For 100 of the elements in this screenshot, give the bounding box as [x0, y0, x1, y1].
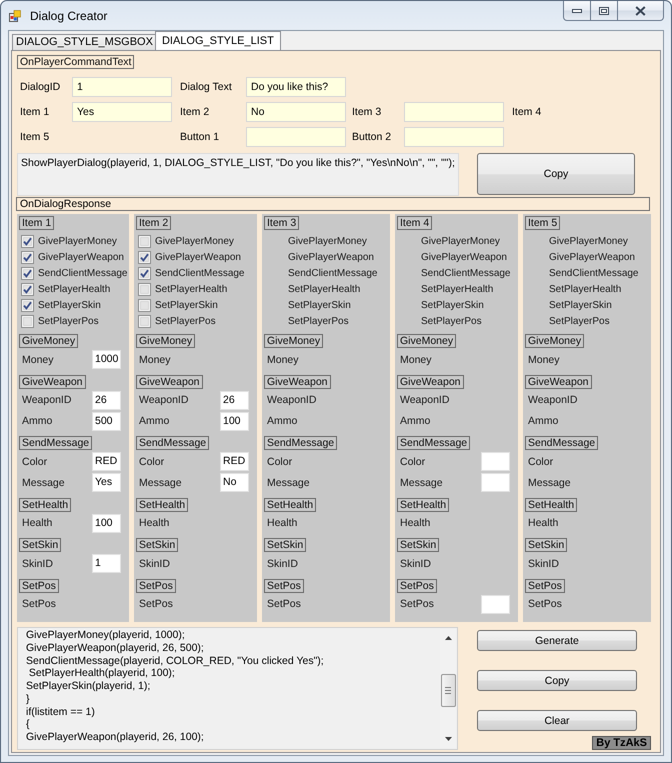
option-label: GivePlayerWeapon [288, 252, 374, 262]
group-label: SetHealth [397, 498, 450, 512]
maximize-button[interactable] [590, 1, 618, 21]
copy-button[interactable]: Copy [477, 153, 635, 195]
field-label: Ammo [139, 415, 170, 428]
checkbox-option[interactable]: SetPlayerPos [19, 313, 99, 329]
minimize-button[interactable] [563, 1, 591, 21]
action-button[interactable]: Copy [477, 670, 637, 691]
minimize-icon [572, 8, 582, 12]
option-label: GivePlayerWeapon [549, 252, 635, 262]
option-label: SetPlayerSkin [421, 300, 484, 310]
group-label: SetPos [136, 578, 176, 593]
text-field[interactable] [481, 473, 510, 492]
code-line: SetPlayerSkin(playerid, 1); [26, 680, 150, 693]
field-label: Color [139, 456, 164, 468]
option-label: SetPlayerHealth [549, 284, 622, 294]
scroll-down-icon[interactable] [444, 737, 452, 741]
group-label: GiveMoney [397, 334, 456, 348]
group-label: SetHealth [136, 498, 188, 512]
scroll-up-icon[interactable] [444, 636, 452, 640]
group-label: GiveMoney [19, 334, 78, 348]
field-label: Message [528, 476, 571, 489]
text-field[interactable]: 26 [92, 390, 121, 410]
group-label: SetSkin [264, 538, 306, 552]
code-editor[interactable] [17, 627, 458, 750]
checkbox-option[interactable]: SetPlayerHealth [19, 281, 110, 297]
field-label: Button 2 [352, 131, 392, 143]
text-field[interactable] [246, 127, 346, 147]
group-label: SendMessage [397, 436, 470, 450]
close-button[interactable] [617, 1, 664, 21]
text-field[interactable] [404, 102, 504, 122]
text-field[interactable]: 1000 [92, 350, 121, 369]
group-label: Item 5 [525, 216, 560, 230]
text-field[interactable]: 26 [220, 390, 249, 410]
group-label: SetSkin [19, 538, 62, 552]
text-field[interactable]: No [220, 473, 249, 492]
field-label: Item 4 [512, 106, 542, 118]
checkbox-option[interactable]: SendClientMessage [136, 265, 244, 281]
group-label: GiveWeapon [525, 374, 592, 389]
code-line: { [26, 718, 30, 731]
maximize-icon [599, 6, 609, 14]
code-line: } [26, 692, 30, 706]
field-label: Message [139, 476, 182, 489]
code-line: SendClientMessage(playerid, COLOR_RED, "You clicked Yes"); [26, 654, 324, 668]
text-field[interactable]: 1 [92, 554, 121, 574]
option-label: SetPlayerPos [421, 316, 482, 326]
group-label: GiveWeapon [264, 374, 331, 389]
text-field[interactable]: 100 [92, 514, 121, 533]
checkbox-option[interactable]: GivePlayerMoney [136, 233, 234, 249]
field-label: WeaponID [528, 394, 578, 406]
option-label: SetPlayerPos [549, 316, 610, 326]
text-field[interactable]: Yes [72, 102, 172, 122]
group-label: Item 3 [264, 216, 300, 230]
text-field[interactable] [481, 452, 510, 472]
field-label: Money [22, 354, 54, 366]
action-button[interactable]: Generate [477, 630, 637, 651]
checkbox-option[interactable]: GivePlayerWeapon [19, 249, 124, 265]
checkbox-option[interactable]: SetPlayerPos [136, 313, 216, 329]
checkbox-option[interactable]: GivePlayerWeapon [136, 249, 241, 265]
field-label: Money [400, 354, 432, 366]
field-label: Health [400, 517, 430, 530]
section-label: OnPlayerCommandText [17, 55, 134, 69]
checkbox-option[interactable]: SetPlayerSkin [136, 297, 218, 313]
field-label: Message [400, 476, 443, 489]
field-label: Color [400, 456, 426, 468]
field-label: SetPos [267, 598, 301, 610]
text-field[interactable]: 500 [92, 412, 121, 431]
text-field[interactable] [404, 127, 504, 147]
text-field[interactable]: RED [92, 452, 121, 472]
option-label: GivePlayerMoney [549, 236, 628, 246]
scroll-thumb[interactable] [440, 674, 456, 707]
option-label: SetPlayerPos [288, 316, 349, 326]
text-field[interactable]: Do you like this? [246, 77, 346, 97]
text-field[interactable]: 100 [220, 412, 249, 431]
text-field[interactable]: Yes [92, 473, 121, 492]
tab[interactable]: DIALOG_STYLE_LIST [154, 31, 281, 50]
action-button[interactable]: Clear [477, 710, 637, 731]
text-field[interactable]: No [246, 102, 346, 122]
checkbox-option[interactable]: SetPlayerHealth [136, 281, 228, 297]
group-label: SendMessage [19, 436, 92, 450]
text-field[interactable]: 1 [72, 77, 172, 97]
field-label: Ammo [267, 415, 298, 428]
checkbox-option[interactable]: SendClientMessage [19, 265, 128, 281]
tab[interactable]: DIALOG_STYLE_MSGBOX [12, 34, 157, 50]
text-field[interactable]: RED [220, 452, 249, 472]
text-field[interactable] [481, 594, 510, 614]
code-line: GivePlayerWeapon(playerid, 26, 100); [26, 731, 204, 744]
checkbox-option[interactable]: GivePlayerMoney [19, 233, 117, 249]
group-label: SetPos [525, 578, 565, 593]
field-label: Message [267, 476, 310, 489]
field-label: SetPos [528, 598, 562, 610]
option-label: GivePlayerWeapon [421, 252, 507, 262]
option-label: SetPlayerHealth [421, 284, 494, 294]
field-label: Money [528, 354, 560, 366]
field-label: DialogID [20, 81, 60, 93]
group-label: SendMessage [264, 436, 338, 450]
checkbox-option[interactable]: SetPlayerSkin [19, 297, 101, 313]
close-icon [635, 6, 646, 16]
code-line: GivePlayerWeapon(playerid, 26, 500); [26, 642, 204, 654]
field-label: WeaponID [267, 394, 316, 406]
